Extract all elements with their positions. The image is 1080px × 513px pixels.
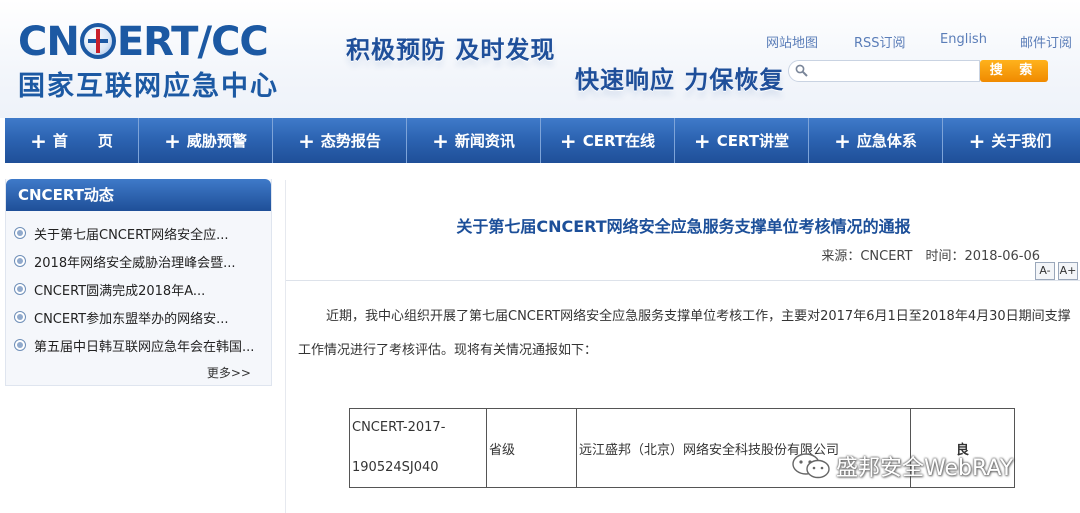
- logo-text-bottom: 国家互联网应急中心: [18, 71, 279, 102]
- search-icon: [795, 64, 808, 77]
- list-item[interactable]: 关于第七届CNCERT网络安全应...: [6, 219, 271, 247]
- nav-cert-lectures[interactable]: + CERT讲堂: [675, 118, 809, 163]
- search-input[interactable]: [813, 63, 973, 79]
- article-paragraph: 近期，我中心组织开展了第七届CNCERT网络安全应急服务支撑单位考核工作，主要对…: [298, 300, 1073, 368]
- more-link[interactable]: 更多>>: [207, 364, 251, 381]
- font-larger-button[interactable]: A+: [1058, 262, 1078, 280]
- cell-id: CNCERT-2017- 190524SJ040: [349, 408, 487, 488]
- top-links: 网站地图 RSS订阅 English 邮件订阅: [766, 32, 1076, 51]
- nav-cert-online[interactable]: + CERT在线: [541, 118, 675, 163]
- watermark-text: 盛邦安全WebRAY: [836, 456, 1014, 481]
- plus-icon: +: [559, 128, 577, 153]
- news-list: 关于第七届CNCERT网络安全应... 2018年网络安全威胁治理峰会暨... …: [6, 211, 271, 359]
- nav-about-us[interactable]: + 关于我们: [943, 118, 1077, 163]
- plus-icon: +: [432, 128, 449, 153]
- sidebar: CNCERT动态 关于第七届CNCERT网络安全应... 2018年网络安全威胁…: [5, 179, 272, 386]
- slogan-line-2: 快速响应 力保恢复: [575, 66, 785, 94]
- cncert-logo[interactable]: CN ERT/CC 国家互联网应急中心: [18, 20, 303, 105]
- bullet-icon: [14, 255, 26, 267]
- list-item[interactable]: 2018年网络安全威胁治理峰会暨...: [6, 247, 271, 275]
- article-title: 关于第七届CNCERT网络安全应急服务支撑单位考核情况的通报: [456, 217, 911, 236]
- search-button[interactable]: 搜 索: [980, 60, 1048, 82]
- sitemap-link[interactable]: 网站地图: [766, 32, 818, 51]
- english-link[interactable]: English: [940, 32, 987, 47]
- bullet-icon: [14, 311, 26, 323]
- bullet-icon: [14, 283, 26, 295]
- font-size-controls: A- A+: [1035, 262, 1078, 280]
- plus-icon: +: [693, 128, 711, 153]
- plus-icon: +: [164, 128, 181, 153]
- globe-icon: [79, 23, 116, 59]
- plus-icon: +: [298, 128, 315, 153]
- mail-subscribe-link[interactable]: 邮件订阅: [1020, 32, 1072, 51]
- cell-level: 省级: [486, 408, 577, 488]
- plus-icon: +: [834, 128, 851, 153]
- sidebar-title: CNCERT动态: [6, 179, 271, 211]
- search-box: [788, 60, 980, 82]
- nav-emergency-system[interactable]: + 应急体系: [809, 118, 943, 163]
- plus-icon: +: [968, 128, 986, 153]
- slogan-line-1: 积极预防 及时发现: [346, 36, 556, 64]
- nav-news[interactable]: + 新闻资讯: [407, 118, 541, 163]
- nav-threat-alerts[interactable]: + 威胁预警: [139, 118, 273, 163]
- article-meta: 来源：CNCERT 时间：2018-06-06: [821, 249, 1040, 264]
- paragraph-line-2: 工作情况进行了考核评估。现将有关情况通报如下：: [298, 343, 598, 358]
- list-item[interactable]: 第五届中日韩互联网应急年会在韩国...: [6, 331, 271, 359]
- divider: [286, 280, 1080, 281]
- nav-home[interactable]: + 首 页: [5, 118, 139, 163]
- watermark: 盛邦安全WebRAY: [790, 450, 1013, 482]
- bullet-icon: [14, 339, 26, 351]
- logo-text-top: CN ERT/CC: [18, 19, 269, 65]
- nav-situation-reports[interactable]: + 态势报告: [273, 118, 407, 163]
- main-nav: + 首 页 + 威胁预警 + 态势报告 + 新闻资讯 + CERT在线 + CERT讲堂 +…: [5, 118, 1080, 163]
- bullet-icon: [14, 227, 26, 239]
- list-item[interactable]: CNCERT参加东盟举办的网络安...: [6, 303, 271, 331]
- wechat-icon: [792, 453, 830, 479]
- plus-icon: +: [30, 128, 47, 153]
- list-item[interactable]: CNCERT圆满完成2018年A...: [6, 275, 271, 303]
- site-header: CN ERT/CC 国家互联网应急中心 积极预防 及时发现 快速响应 力保恢复 网…: [0, 0, 1080, 118]
- rss-link[interactable]: RSS订阅: [854, 32, 906, 51]
- paragraph-line-1: 近期，我中心组织开展了第七届CNCERT网络安全应急服务支撑单位考核工作，主要对…: [326, 309, 1071, 324]
- font-smaller-button[interactable]: A-: [1035, 262, 1055, 280]
